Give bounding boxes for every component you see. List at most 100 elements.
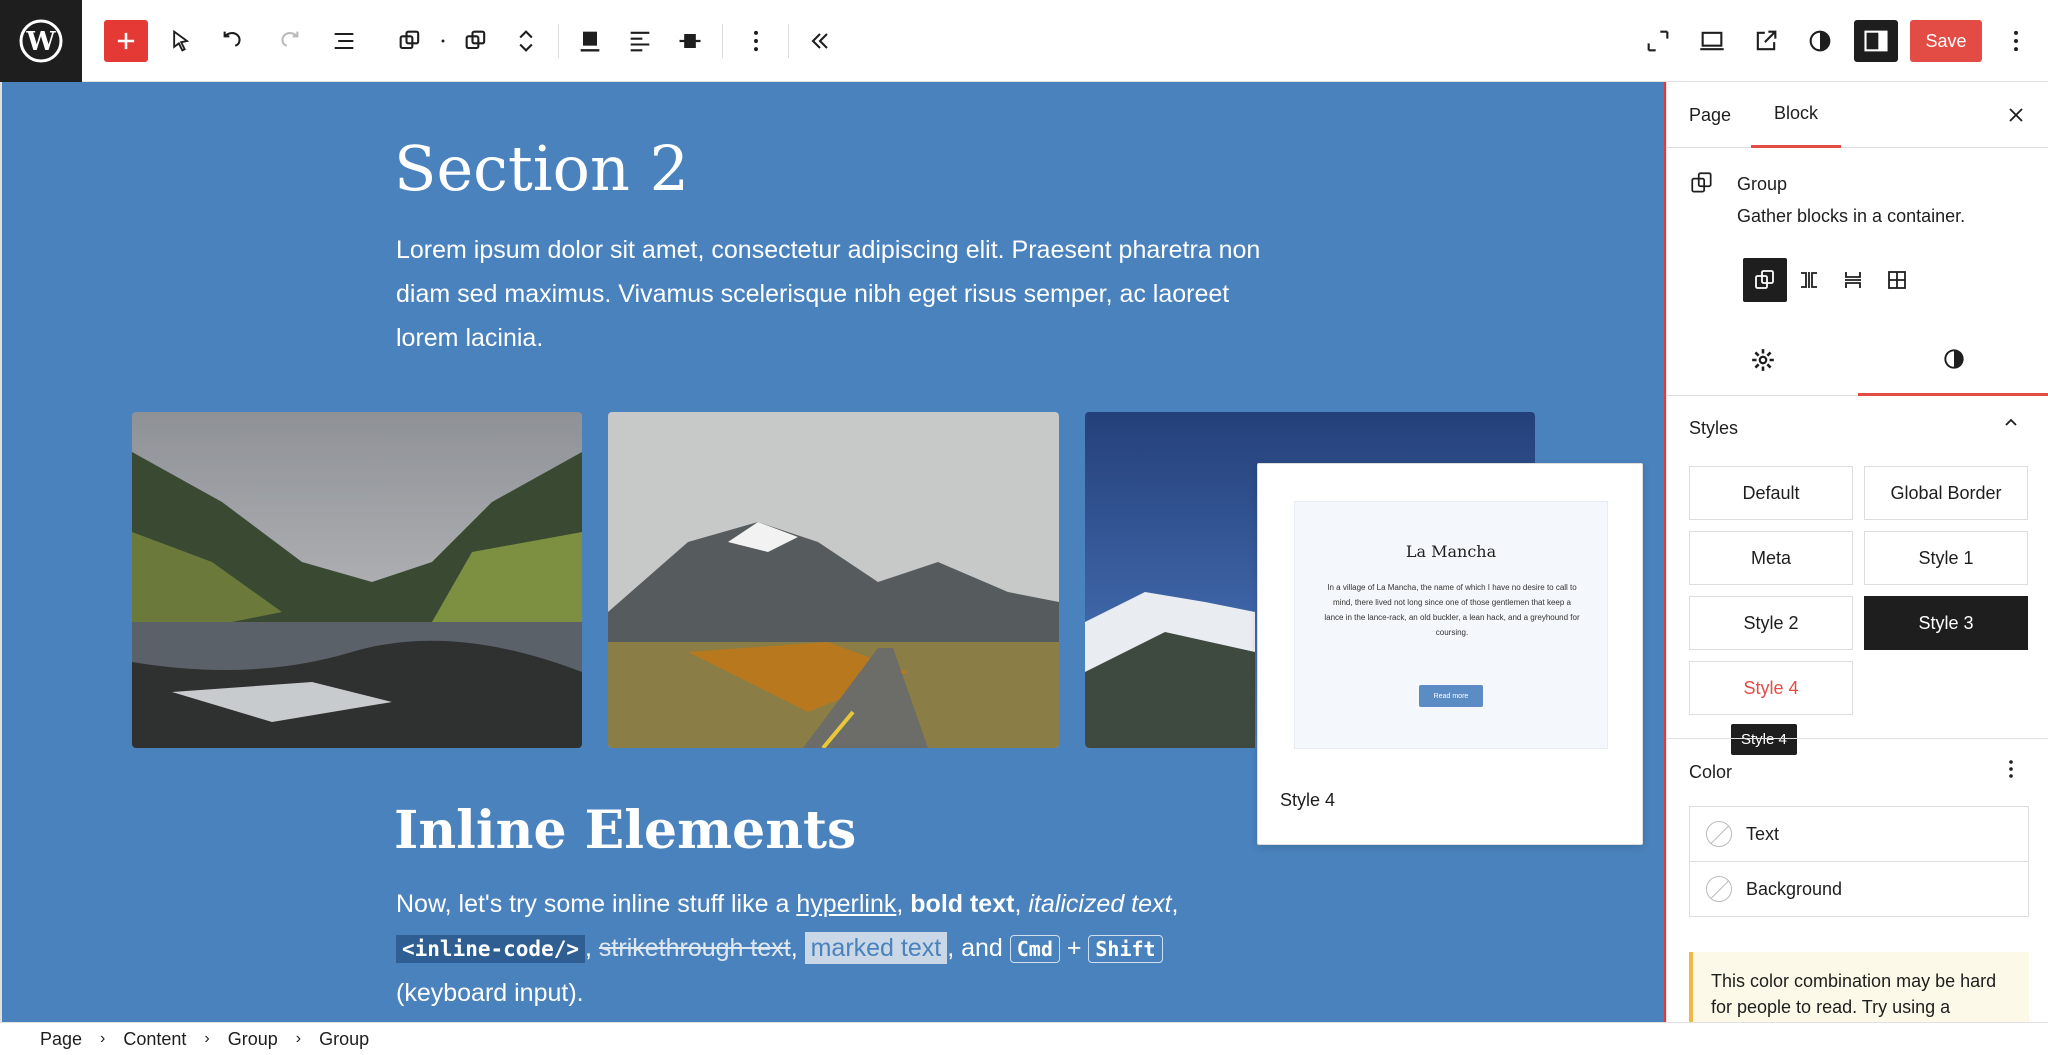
chevron-up-icon[interactable] bbox=[2001, 412, 2021, 438]
save-button[interactable]: Save bbox=[1910, 20, 1982, 62]
group-block-icon bbox=[1689, 170, 1715, 201]
marked-text: marked text bbox=[804, 932, 948, 964]
block-description: Gather blocks in a container. bbox=[1737, 206, 1966, 226]
block-variations bbox=[1743, 258, 1919, 302]
style-3-button[interactable]: Style 3 bbox=[1864, 596, 2028, 650]
text-color-label: Text bbox=[1746, 823, 1780, 844]
toolbar-divider bbox=[558, 24, 559, 58]
breadcrumb-item-group-current: Group bbox=[319, 1028, 370, 1049]
inline-elements-heading[interactable]: Inline Elements bbox=[394, 800, 856, 861]
breadcrumb-item-page[interactable]: Page bbox=[40, 1029, 82, 1050]
preview-style-label: Style 4 bbox=[1280, 790, 1336, 810]
separator-text: , bbox=[585, 934, 599, 962]
device-preview-icon[interactable] bbox=[1690, 20, 1734, 62]
variation-stack-icon[interactable] bbox=[1831, 258, 1875, 302]
align-left-icon[interactable] bbox=[618, 20, 662, 62]
close-icon[interactable] bbox=[2001, 100, 2031, 130]
style-global-border-button[interactable]: Global Border bbox=[1864, 466, 2028, 520]
toolbar-divider bbox=[722, 24, 723, 58]
options-menu-icon[interactable] bbox=[1994, 20, 2038, 62]
move-up-down-icon[interactable] bbox=[504, 20, 548, 62]
color-options-icon[interactable] bbox=[2001, 758, 2021, 786]
kbd-shift: Shift bbox=[1088, 935, 1163, 963]
chevron-right-icon: › bbox=[295, 1030, 302, 1047]
separator-text: , bbox=[1014, 890, 1029, 918]
separator-text: , bbox=[896, 890, 911, 918]
svg-text:W: W bbox=[25, 27, 56, 57]
redo-icon[interactable] bbox=[266, 20, 310, 62]
strikethrough-text: strikethrough text bbox=[598, 934, 791, 962]
separator-text: , bbox=[1171, 890, 1179, 918]
empty-color-swatch-icon bbox=[1706, 821, 1732, 847]
inline-lead-text: Now, let's try some inline stuff like a bbox=[396, 890, 797, 918]
section-paragraph[interactable]: Lorem ipsum dolor sit amet, consectetur … bbox=[396, 228, 1296, 360]
chevron-right-icon: › bbox=[204, 1030, 210, 1047]
gallery-image-lake[interactable] bbox=[132, 412, 582, 748]
background-color-label: Background bbox=[1746, 878, 1843, 899]
style-preview-popover: La Mancha In a village of La Mancha, the… bbox=[1257, 463, 1643, 845]
external-link-icon[interactable] bbox=[1744, 20, 1788, 62]
variation-grid-icon[interactable] bbox=[1875, 258, 1919, 302]
style-1-button[interactable]: Style 1 bbox=[1864, 531, 2028, 585]
vertical-align-icon[interactable] bbox=[668, 20, 712, 62]
variation-group-icon[interactable] bbox=[1743, 258, 1787, 302]
collapse-toolbar-icon[interactable] bbox=[798, 20, 842, 62]
toolbar-divider bbox=[788, 24, 789, 58]
drag-handle-icon[interactable] bbox=[432, 20, 454, 62]
inline-elements-paragraph[interactable]: Now, let's try some inline stuff like a … bbox=[396, 882, 1296, 1015]
breadcrumb-item-content[interactable]: Content bbox=[123, 1029, 186, 1050]
inline-code: <inline-code/> bbox=[396, 935, 586, 963]
undo-icon[interactable] bbox=[212, 20, 256, 62]
background-color-control[interactable]: Background bbox=[1689, 861, 2029, 917]
tab-block[interactable]: Block bbox=[1751, 82, 1841, 148]
color-panel-heading[interactable]: Color bbox=[1689, 762, 1732, 783]
preview-card: La Mancha In a village of La Mancha, the… bbox=[1294, 501, 1608, 749]
section-heading[interactable]: Section 2 bbox=[394, 132, 689, 205]
preview-read-more-button: Read more bbox=[1419, 685, 1483, 707]
hyperlink[interactable]: hyperlink bbox=[796, 890, 896, 918]
transform-group-icon[interactable] bbox=[454, 20, 498, 62]
styles-tab-contrast-icon[interactable] bbox=[1858, 324, 2048, 396]
settings-sidebar: Page Block Group Gather blocks in a cont… bbox=[1666, 82, 2048, 1042]
preview-card-text: In a village of La Mancha, the name of w… bbox=[1324, 583, 1580, 637]
settings-tab-gear-icon[interactable] bbox=[1667, 324, 1858, 396]
text-color-control[interactable]: Text bbox=[1689, 806, 2029, 862]
justify-full-icon[interactable] bbox=[568, 20, 612, 62]
empty-color-swatch-icon bbox=[1706, 876, 1732, 902]
inspector-subtabs bbox=[1667, 324, 2048, 396]
panel-divider bbox=[1667, 738, 2048, 739]
settings-sidebar-toggle-icon[interactable] bbox=[1854, 20, 1898, 62]
separator-text: + bbox=[1059, 934, 1089, 962]
more-options-icon[interactable] bbox=[734, 20, 778, 62]
kbd-cmd: Cmd bbox=[1009, 935, 1060, 963]
style-default-button[interactable]: Default bbox=[1689, 466, 1853, 520]
style-2-button[interactable]: Style 2 bbox=[1689, 596, 1853, 650]
preview-card-title: La Mancha bbox=[1405, 542, 1497, 561]
style-meta-button[interactable]: Meta bbox=[1689, 531, 1853, 585]
top-toolbar: W Save bbox=[0, 0, 2048, 82]
sidebar-tabs: Page Block bbox=[1667, 82, 2048, 148]
tab-page[interactable]: Page bbox=[1689, 82, 1731, 148]
separator-text: , bbox=[790, 934, 805, 962]
variation-row-icon[interactable] bbox=[1787, 258, 1831, 302]
style-tooltip: Style 4 bbox=[1731, 724, 1797, 755]
select-tool-icon[interactable] bbox=[158, 20, 202, 62]
italic-text: italicized text bbox=[1028, 890, 1172, 918]
gallery-image-road[interactable] bbox=[608, 412, 1059, 748]
chevron-right-icon: › bbox=[100, 1030, 106, 1047]
fullscreen-icon[interactable] bbox=[1636, 20, 1680, 62]
separator-text: , and bbox=[947, 934, 1010, 962]
group-block-icon[interactable] bbox=[388, 20, 432, 62]
add-block-button[interactable] bbox=[104, 20, 148, 62]
document-overview-icon[interactable] bbox=[322, 20, 366, 62]
breadcrumb-item-group[interactable]: Group bbox=[228, 1029, 278, 1050]
inline-tail-text: (keyboard input). bbox=[396, 979, 584, 1007]
styles-contrast-icon[interactable] bbox=[1798, 20, 1842, 62]
block-name: Group bbox=[1737, 174, 1788, 194]
styles-panel-heading[interactable]: Styles bbox=[1689, 418, 1738, 439]
wordpress-logo-icon[interactable]: W bbox=[0, 0, 82, 82]
bold-text: bold text bbox=[910, 890, 1015, 918]
editor-canvas[interactable]: Section 2 Lorem ipsum dolor sit amet, co… bbox=[0, 82, 1664, 1022]
breadcrumb: Page › Content › Group › Group bbox=[0, 1022, 2048, 1055]
style-4-button[interactable]: Style 4 bbox=[1689, 661, 1853, 715]
